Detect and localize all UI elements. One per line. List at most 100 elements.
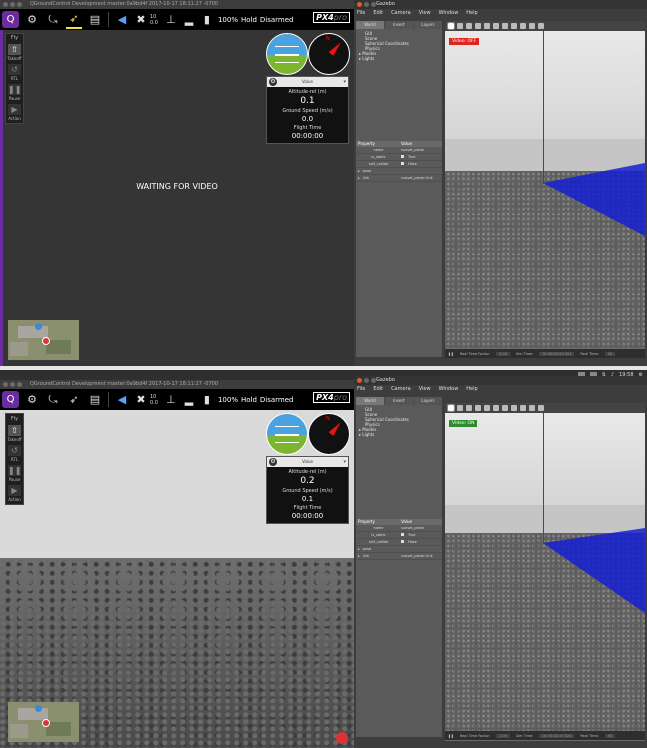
mini-map[interactable] — [8, 320, 79, 360]
flight-mode[interactable]: Hold — [241, 16, 257, 24]
tab-layers[interactable]: Layers — [414, 21, 442, 29]
tool-action[interactable]: ▶ Action — [7, 104, 22, 121]
tab-layers[interactable]: Layers — [414, 397, 442, 405]
menu-help[interactable]: Help — [466, 9, 477, 18]
gears-icon[interactable]: ⚙ — [24, 12, 40, 28]
light-icon[interactable] — [529, 405, 535, 411]
table-row[interactable]: name sunset_plane — [356, 525, 442, 532]
redo-icon[interactable] — [493, 23, 499, 29]
qgc-logo-icon[interactable]: Q — [2, 11, 19, 28]
table-row[interactable]: ▸ pose — [356, 168, 442, 175]
video-status-badge[interactable]: Video: OFF — [449, 38, 480, 45]
menu-edit[interactable]: Edit — [373, 385, 383, 394]
qgc-logo-icon[interactable]: Q — [2, 391, 19, 408]
maximize-button[interactable] — [371, 378, 376, 383]
document-search-icon[interactable]: ▤ — [87, 12, 103, 28]
tool-takeoff[interactable]: ⇧ Takeoff — [7, 44, 22, 61]
minimize-button[interactable] — [10, 2, 15, 7]
satellite-icon[interactable]: ✖ — [133, 392, 149, 408]
cylinder-shape-icon[interactable] — [520, 23, 526, 29]
pause-icon[interactable]: ❚❚ — [448, 734, 454, 738]
tree-item-lights[interactable]: ▸ Lights — [359, 56, 439, 61]
table-row[interactable]: ▸ link sunset_plane::link — [356, 175, 442, 182]
rc-signal-icon[interactable]: ⊥ — [163, 392, 179, 408]
table-row[interactable]: self_collide False — [356, 539, 442, 546]
table-row[interactable]: name sunset_plane — [356, 147, 442, 154]
gears-icon[interactable]: ⚙ — [24, 392, 40, 408]
tree-item-lights[interactable]: ▸ Lights — [359, 432, 439, 437]
maximize-button[interactable] — [17, 2, 22, 7]
menu-file[interactable]: File — [357, 385, 365, 394]
plan-icon[interactable]: ⤿ — [45, 12, 61, 28]
tab-world[interactable]: World — [356, 21, 384, 29]
tab-insert[interactable]: Insert — [385, 397, 413, 405]
satellite-icon[interactable]: ✖ — [133, 12, 149, 28]
maximize-button[interactable] — [371, 2, 376, 7]
chevron-down-icon[interactable]: ▾ — [343, 77, 346, 87]
table-row[interactable]: self_collide False — [356, 161, 442, 168]
mini-map[interactable] — [8, 702, 79, 742]
tool-rtl[interactable]: ↺ RTL — [7, 64, 22, 81]
gear-icon[interactable]: ⚙ — [269, 458, 277, 466]
close-button[interactable] — [357, 378, 362, 383]
box-shape-icon[interactable] — [502, 405, 508, 411]
menu-file[interactable]: File — [357, 9, 365, 18]
select-tool-icon[interactable] — [447, 22, 455, 30]
table-row[interactable]: is_static True — [356, 532, 442, 539]
table-row[interactable]: ▸ link sunset_plane::link — [356, 553, 442, 560]
menu-help[interactable]: Help — [466, 385, 477, 394]
tool-takeoff[interactable]: ⇧ Takeoff — [7, 425, 22, 442]
tool-pause[interactable]: ❚❚ Pause — [7, 465, 22, 482]
rotate-tool-icon[interactable] — [466, 405, 472, 411]
table-row[interactable]: is_static True — [356, 154, 442, 161]
tab-world[interactable]: World — [356, 397, 384, 405]
rotate-tool-icon[interactable] — [466, 23, 472, 29]
cylinder-shape-icon[interactable] — [520, 405, 526, 411]
undo-icon[interactable] — [484, 405, 490, 411]
tool-fly[interactable]: Fly — [7, 415, 22, 422]
tool-pause[interactable]: ❚❚ Pause — [7, 84, 22, 101]
tab-insert[interactable]: Insert — [385, 21, 413, 29]
flight-mode[interactable]: Hold — [241, 396, 257, 404]
screenshot-icon[interactable] — [538, 405, 544, 411]
battery-icon[interactable]: ▮ — [199, 392, 215, 408]
close-button[interactable] — [3, 2, 8, 7]
menu-camera[interactable]: Camera — [391, 385, 411, 394]
table-row[interactable]: ▸ pose — [356, 546, 442, 553]
close-button[interactable] — [357, 2, 362, 7]
menu-view[interactable]: View — [419, 385, 431, 394]
close-button[interactable] — [3, 382, 8, 387]
menu-window[interactable]: Window — [439, 385, 459, 394]
screenshot-icon[interactable] — [538, 23, 544, 29]
undo-icon[interactable] — [484, 23, 490, 29]
scale-tool-icon[interactable] — [475, 405, 481, 411]
pause-icon[interactable]: ❚❚ — [448, 352, 454, 356]
plan-icon[interactable]: ⤿ — [45, 392, 61, 408]
gazebo-3d-view[interactable]: Video: OFF ❚❚ Real Time Factor: 0.00 Sim … — [445, 21, 645, 358]
light-icon[interactable] — [529, 23, 535, 29]
translate-tool-icon[interactable] — [457, 405, 463, 411]
paper-plane-icon[interactable]: ➶ — [66, 11, 82, 29]
translate-tool-icon[interactable] — [457, 23, 463, 29]
record-button[interactable] — [336, 732, 348, 744]
sphere-shape-icon[interactable] — [511, 23, 517, 29]
tool-rtl[interactable]: ↺ RTL — [7, 445, 22, 462]
arm-state[interactable]: Disarmed — [260, 16, 294, 24]
maximize-button[interactable] — [17, 382, 22, 387]
gear-icon[interactable]: ⚙ — [269, 78, 277, 86]
menu-view[interactable]: View — [419, 9, 431, 18]
select-tool-icon[interactable] — [447, 404, 455, 412]
tool-action[interactable]: ▶ Action — [7, 485, 22, 502]
video-status-badge[interactable]: Video: ON — [449, 420, 478, 427]
minimize-button[interactable] — [10, 382, 15, 387]
menu-camera[interactable]: Camera — [391, 9, 411, 18]
menu-window[interactable]: Window — [439, 9, 459, 18]
paper-plane-icon[interactable]: ➶ — [66, 392, 82, 408]
battery-icon[interactable]: ▮ — [199, 12, 215, 28]
megaphone-icon[interactable]: ◀ — [114, 12, 130, 28]
sphere-shape-icon[interactable] — [511, 405, 517, 411]
menu-edit[interactable]: Edit — [373, 9, 383, 18]
gazebo-3d-view[interactable]: Video: ON ❚❚ Real Time Factor: 1.00 Sim T… — [445, 403, 645, 741]
redo-icon[interactable] — [493, 405, 499, 411]
document-search-icon[interactable]: ▤ — [87, 392, 103, 408]
